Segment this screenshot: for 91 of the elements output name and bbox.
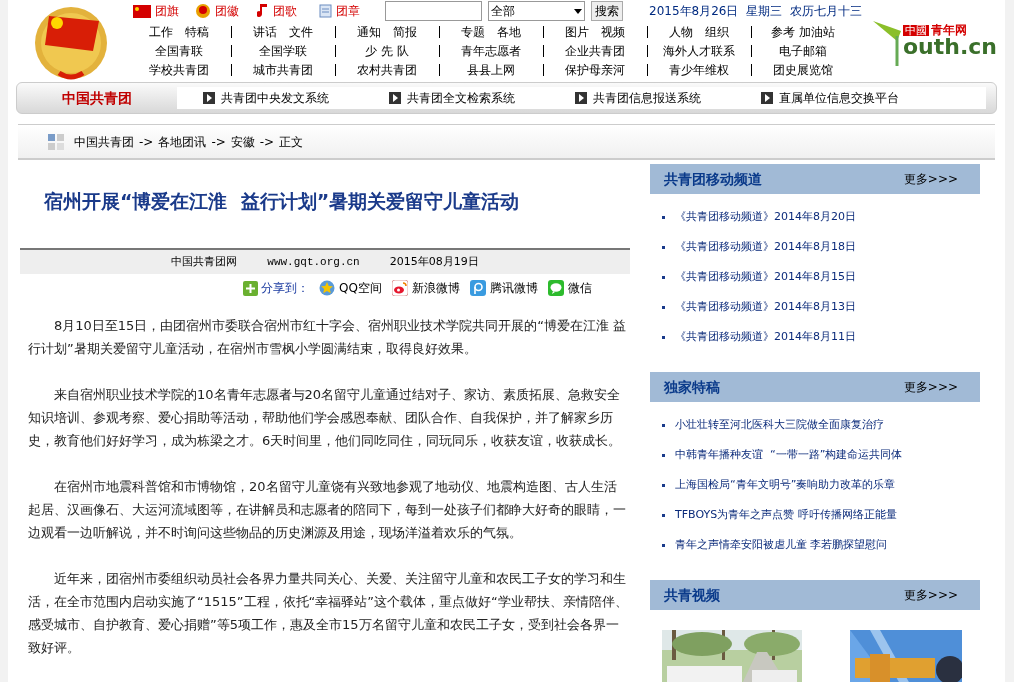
sidebar-link[interactable]: 《共青团移动频道》2014年8月15日	[675, 268, 856, 286]
nav-link[interactable]: 人物 组织	[653, 22, 745, 41]
nav-link[interactable]: 电子邮箱	[757, 41, 849, 60]
chat-bubble-icon	[548, 280, 564, 296]
system-link[interactable]: 直属单位信息交换平台	[761, 89, 947, 107]
breadcrumb-link[interactable]: 正文	[279, 132, 304, 151]
bullet-icon	[662, 215, 665, 219]
top-link[interactable]: 团章	[319, 2, 375, 20]
share-label: 分享到：	[261, 280, 310, 297]
bullet-icon	[662, 483, 665, 487]
system-link[interactable]: 共青团全文检索系统	[389, 89, 575, 107]
top-link[interactable]: 团徽	[195, 2, 251, 20]
article-date: 2015年08月19日	[389, 253, 479, 270]
nav-link[interactable]: 学校共青团	[133, 60, 225, 79]
nav-link[interactable]: 企业共青团	[549, 41, 641, 60]
article-source: 中国共青团网	[171, 253, 238, 270]
nav-link[interactable]: 专题 各地	[445, 22, 537, 41]
section-title: 独家特稿	[664, 377, 720, 397]
nav-link[interactable]: 少 先 队	[341, 41, 433, 60]
search-field[interactable]	[385, 1, 482, 21]
nav-link[interactable]: 团史展览馆	[757, 60, 849, 79]
weibo-icon	[392, 280, 408, 296]
breadcrumb-link[interactable]: 安徽	[230, 132, 255, 151]
nav-link[interactable]: 青少年维权	[653, 60, 745, 79]
article-paragraph: 8月10日至15日，由团宿州市委联合宿州市红十字会、宿州职业技术学院共同开展的“博爱在江淮 益行计划”暑期关爱留守儿童活动，在宿州市雪枫小学圆满结束，取得良好效果。	[28, 317, 628, 358]
bullet-icon	[662, 513, 665, 517]
nav-link[interactable]: 工作 特稿	[133, 22, 225, 41]
sidebar-link[interactable]: TFBOYS为青年之声点赞 呼吁传播网络正能量	[675, 506, 897, 524]
system-link[interactable]: 共青团信息报送系统	[575, 89, 761, 107]
plus-icon	[243, 280, 259, 296]
share-link[interactable]: 新浪微博	[392, 279, 460, 297]
more-link[interactable]: 更多>>>	[903, 170, 966, 188]
scope-select[interactable]: 全部	[488, 1, 585, 21]
sidebar-link[interactable]: 《共青团移动频道》2014年8月18日	[675, 238, 856, 256]
breadcrumb-link[interactable]: 各地团讯	[158, 132, 207, 151]
section-title: 共青团移动频道	[664, 169, 762, 189]
bullet-icon	[662, 453, 665, 457]
grid-icon	[48, 133, 64, 150]
bullet-icon	[662, 423, 665, 427]
breadcrumb-link[interactable]: 中国共青团	[74, 132, 134, 151]
star-icon	[319, 280, 336, 296]
nav-link[interactable]: 县县上网	[445, 60, 537, 79]
nav-link[interactable]: 图片 视频	[549, 22, 641, 41]
emblem-icon	[195, 3, 211, 19]
nav-link[interactable]: 通知 简报	[341, 22, 433, 41]
article-paragraph: 在宿州市地震科普馆和市博物馆，20名留守儿童饶有兴致地参观了地动仪、地震构造图、古人生活起居、汉画像石、大运河流域图等，在讲解员和志愿者的陪同下，每到一处孩子们都睁大好奇的眼睛，一边观看一边听解说，并不时询问这些物品的历史渊源及用途，现场洋溢着欢乐的气氛。	[28, 478, 627, 542]
sidebar-link[interactable]: 上海国检局“青年文明号”奏响助力改革的乐章	[675, 476, 896, 494]
nav-link[interactable]: 农村共青团	[341, 60, 433, 79]
sidebar-link[interactable]: 中韩青年播种友谊 “一带一路”构建命运共同体	[675, 446, 903, 464]
sidebar-link[interactable]: 小壮壮转至河北医科大三院做全面康复治疗	[675, 416, 884, 434]
nav-link[interactable]: 青年志愿者	[445, 41, 537, 60]
system-link[interactable]: 共青团中央发文系统	[203, 89, 389, 107]
bullet-icon	[662, 335, 665, 339]
share-link[interactable]: 微信	[548, 279, 592, 297]
nav-link[interactable]: 海外人才联系	[653, 41, 745, 60]
article-paragraph: 近年来，团宿州市委组织动员社会各界力量共同关心、关爱、关注留守儿童和农民工子女的学习和生活，在全市范围内启动实施了“1515”工程，依托“幸福驿站”这个载体，重点做好“学业帮扶、亲情陪伴、感受城市、自护教育、爱心捐赠”等5项工作，惠及全市15万名留守儿童和农民工子女，受到社会各界一致好评。	[28, 570, 628, 657]
sidebar-link[interactable]: 《共青团移动频道》2014年8月20日	[675, 208, 856, 226]
breadcrumb-separator: ->	[210, 133, 227, 151]
nav-link[interactable]: 全国学联	[237, 41, 329, 60]
more-link[interactable]: 更多>>>	[903, 586, 966, 604]
flag-icon	[133, 4, 151, 18]
top-link[interactable]: 团旗	[133, 2, 189, 20]
sidebar-link[interactable]: 青年之声情牵安阳被虐儿童 李若鹏探望慰问	[675, 536, 888, 554]
system-bar-title: 中国共青团	[61, 88, 133, 108]
top-link[interactable]: 团歌	[257, 2, 313, 20]
bullet-icon	[662, 305, 665, 309]
nav-link[interactable]: 参考 加油站	[757, 22, 849, 41]
article-url: www.gqt.org.cn	[267, 254, 360, 270]
document-icon	[319, 4, 332, 18]
breadcrumb-separator: ->	[138, 133, 155, 151]
caret-icon	[574, 8, 582, 14]
bullet-icon	[662, 275, 665, 279]
music-note-icon	[257, 3, 269, 19]
date-text: 2015年8月26日 星期三 农历七月十三	[649, 3, 862, 20]
search-button[interactable]: 搜索	[591, 1, 623, 21]
nav-link[interactable]: 城市共青团	[237, 60, 329, 79]
bullet-icon	[662, 245, 665, 249]
more-link[interactable]: 更多>>>	[903, 378, 966, 396]
sidebar-link[interactable]: 《共青团移动频道》2014年8月13日	[675, 298, 856, 316]
sidebar-link[interactable]: 《共青团移动频道》2014年8月11日	[675, 328, 856, 346]
share-link[interactable]: QQ空间	[319, 279, 382, 297]
section-title: 共青视频	[664, 585, 720, 605]
article-title: 宿州开展“博爱在江淮 益行计划”暑期关爱留守儿童活动	[43, 188, 521, 214]
nav-link[interactable]: 保护母亲河	[549, 60, 641, 79]
breadcrumb-separator: ->	[258, 133, 276, 151]
article-paragraph: 来自宿州职业技术学院的10名青年志愿者与20名留守儿童通过结对子、家访、素质拓展、急救安全知识培训、参观考察、爱心捐助等活动，帮助他们学会感恩奉献、团队合作、自我保护，并了解家乡历史，教育他们好好学习，成为栋梁之才。6天时间里，他们同吃同住，同玩同乐，收获友谊，收获成长。	[28, 386, 623, 450]
nav-link[interactable]: 全国青联	[133, 41, 225, 60]
youth-logo: 中國 青年网 outh.cn	[873, 16, 997, 66]
share-link[interactable]: 腾讯微博	[470, 279, 538, 297]
bullet-icon	[662, 543, 665, 547]
nav-link[interactable]: 讲话 文件	[237, 22, 329, 41]
